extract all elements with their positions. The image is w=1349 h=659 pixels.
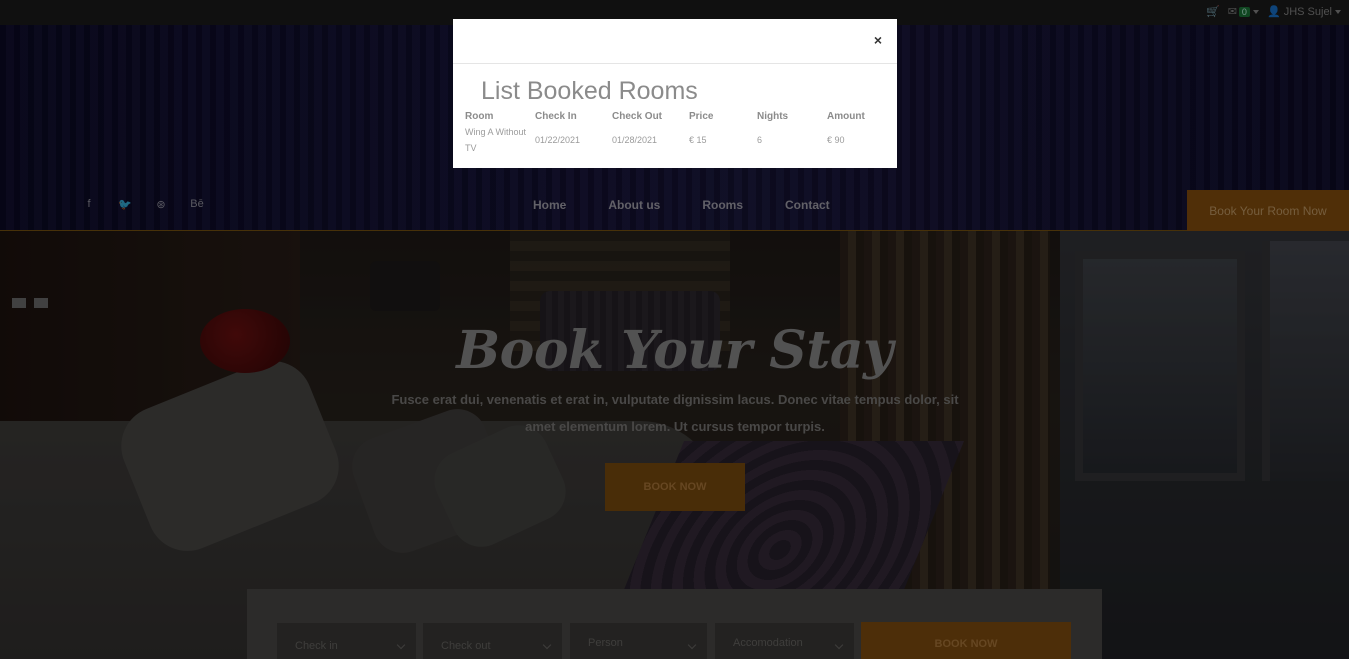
cell-nights: 6	[757, 135, 763, 145]
booked-rooms-modal: × List Booked Rooms Room Check In Check …	[453, 19, 897, 168]
cell-check-in: 01/22/2021	[535, 135, 581, 145]
table-row: Wing A Without TV 01/22/2021 01/28/2021 …	[463, 123, 885, 157]
booked-rooms-table: Room Check In Check Out Price Nights Amo…	[463, 109, 885, 157]
column-header-amount: Amount	[827, 110, 865, 122]
column-header-price: Price	[689, 110, 714, 122]
column-header-check-in: Check In	[535, 110, 577, 122]
column-header-nights: Nights	[757, 110, 789, 122]
table-header-row: Room Check In Check Out Price Nights Amo…	[463, 109, 885, 123]
modal-header: ×	[453, 19, 897, 64]
cell-room: Wing A Without TV	[465, 127, 527, 153]
close-icon[interactable]: ×	[874, 32, 882, 48]
cell-price: € 15	[689, 135, 707, 145]
cell-amount: € 90	[827, 135, 845, 145]
column-header-room: Room	[465, 110, 494, 122]
column-header-check-out: Check Out	[612, 110, 663, 122]
cell-check-out: 01/28/2021	[612, 135, 658, 145]
modal-title: List Booked Rooms	[481, 77, 698, 105]
